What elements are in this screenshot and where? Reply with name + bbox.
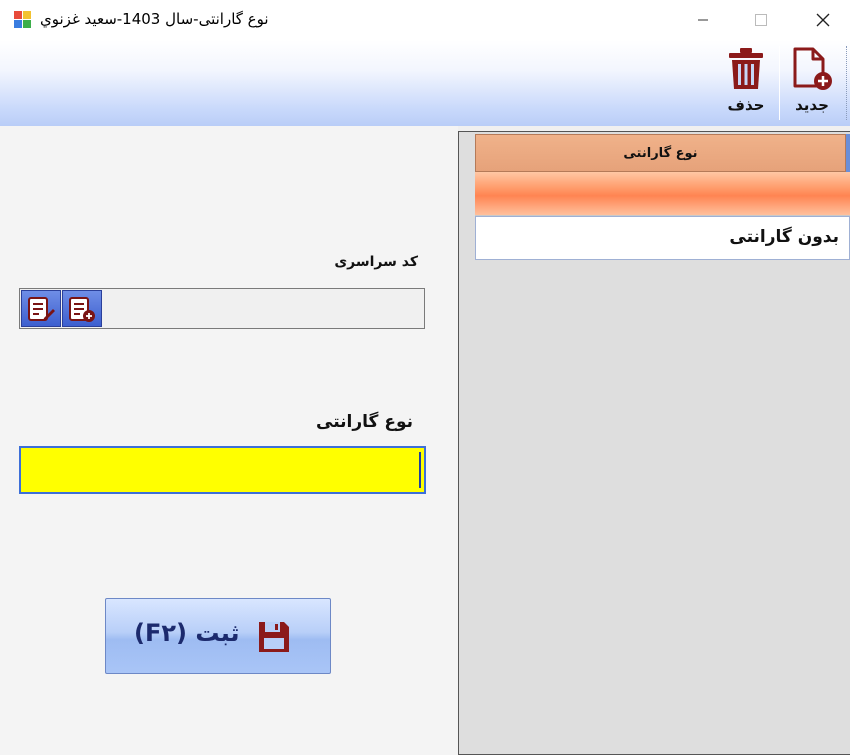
table-row[interactable]: بدون گارانتی [475,216,850,260]
delete-button[interactable]: حذف [721,46,771,122]
close-icon [816,13,830,27]
delete-button-label: حذف [727,96,765,114]
text-caret [419,452,421,488]
floppy-disk-icon [259,622,289,652]
code-input[interactable] [104,290,423,327]
grid-column-header-label: نوع گارانتی [623,145,698,161]
title-bar: نوع گارانتی-سال 1403-سعید غزنوي [0,0,850,40]
maximize-icon [755,14,767,26]
maximize-button[interactable] [738,0,784,40]
toolbar: جدید حذف [0,40,850,126]
minimize-icon [698,19,708,21]
code-label: کد سراسری [334,254,418,270]
new-document-icon [793,47,832,90]
grid-header-edge [846,134,850,172]
new-button[interactable]: جدید [787,46,837,122]
add-list-icon [69,296,95,322]
toolbar-grip [846,46,848,120]
warranty-grid: نوع گارانتی بدون گارانتی [458,131,850,755]
code-field-group [19,288,425,329]
warranty-type-label: نوع گارانتی [316,412,413,432]
save-button-label: ثبت (F۲) [134,619,240,647]
add-list-button[interactable] [62,290,102,327]
app-icon [14,11,32,29]
edit-list-icon [28,296,55,321]
table-cell: بدون گارانتی [729,227,839,247]
edit-list-button[interactable] [21,290,61,327]
warranty-type-input[interactable] [19,446,426,494]
new-button-label: جدید [795,96,829,114]
minimize-button[interactable] [680,0,726,40]
close-button[interactable] [800,0,846,40]
trash-icon [729,48,763,89]
grid-filter-row[interactable] [475,172,850,216]
window-title: نوع گارانتی-سال 1403-سعید غزنوي [40,10,269,28]
save-button[interactable]: ثبت (F۲) [105,598,331,674]
toolbar-separator [779,46,780,120]
form-panel: کد سراسری نوع گارانتی ثبت (F۲) [0,126,458,755]
grid-column-header[interactable]: نوع گارانتی [475,134,846,172]
